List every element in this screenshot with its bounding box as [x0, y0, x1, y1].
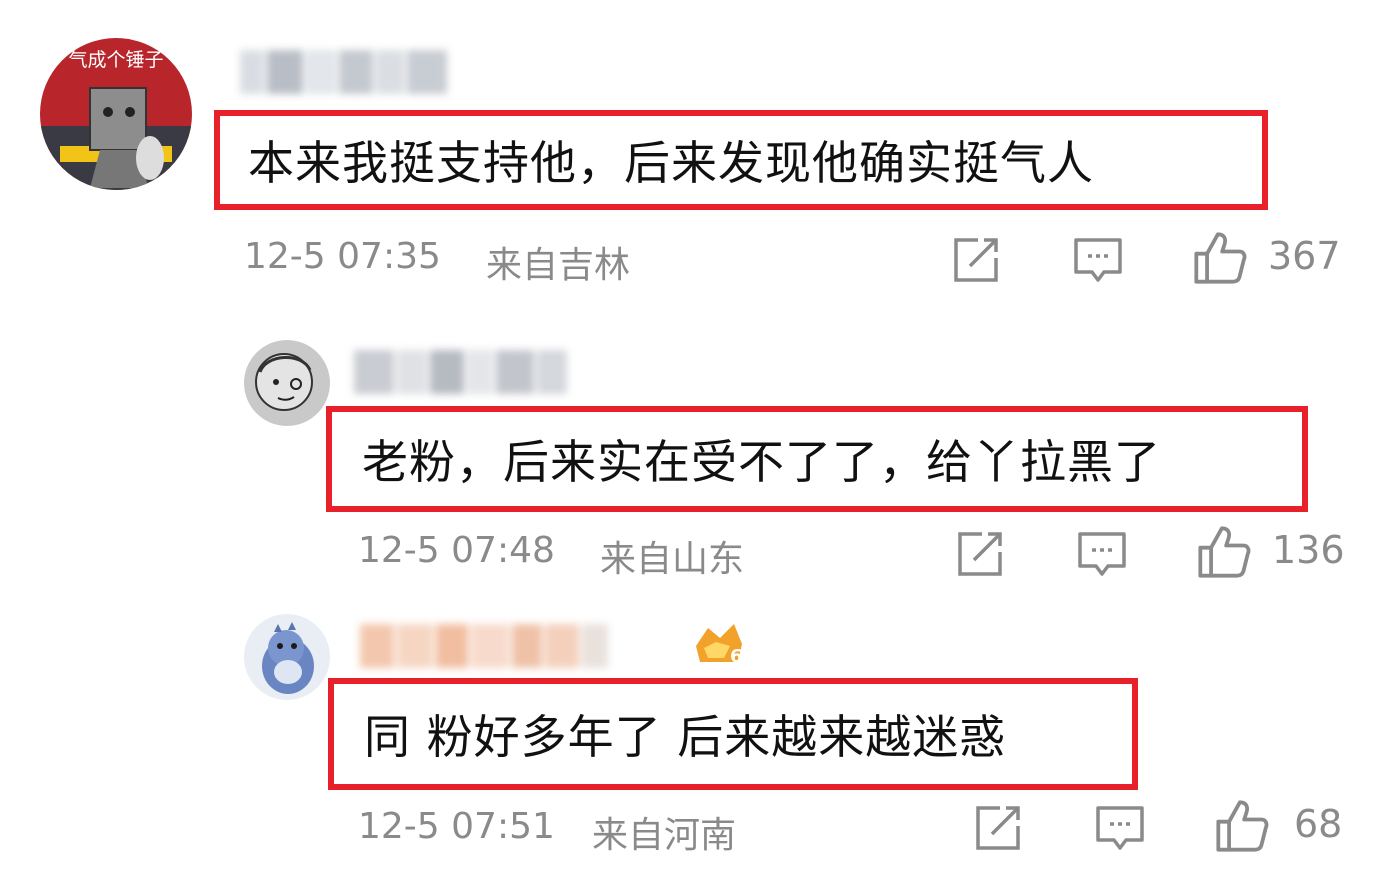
like-count: 68: [1294, 802, 1343, 846]
username-blurred[interactable]: [360, 624, 608, 668]
comment-item-3: 6 同 粉好多年了 后来越来越迷惑 12-5 07:51 来自河南 68: [0, 0, 1388, 892]
level-badge-icon: 6: [696, 624, 743, 667]
comment-icon[interactable]: [1094, 802, 1146, 854]
share-icon[interactable]: [972, 802, 1024, 854]
comment-time: 12-5 07:51: [358, 806, 555, 847]
thumbs-up-icon[interactable]: [1214, 798, 1270, 854]
avatar[interactable]: [244, 614, 330, 700]
comment-text: 同 粉好多年了 后来越来越迷惑: [364, 710, 1007, 764]
comment-location: 来自河南: [592, 815, 737, 856]
comment-text-highlight: 同 粉好多年了 后来越来越迷惑: [328, 678, 1138, 790]
svg-text:6: 6: [730, 646, 743, 667]
